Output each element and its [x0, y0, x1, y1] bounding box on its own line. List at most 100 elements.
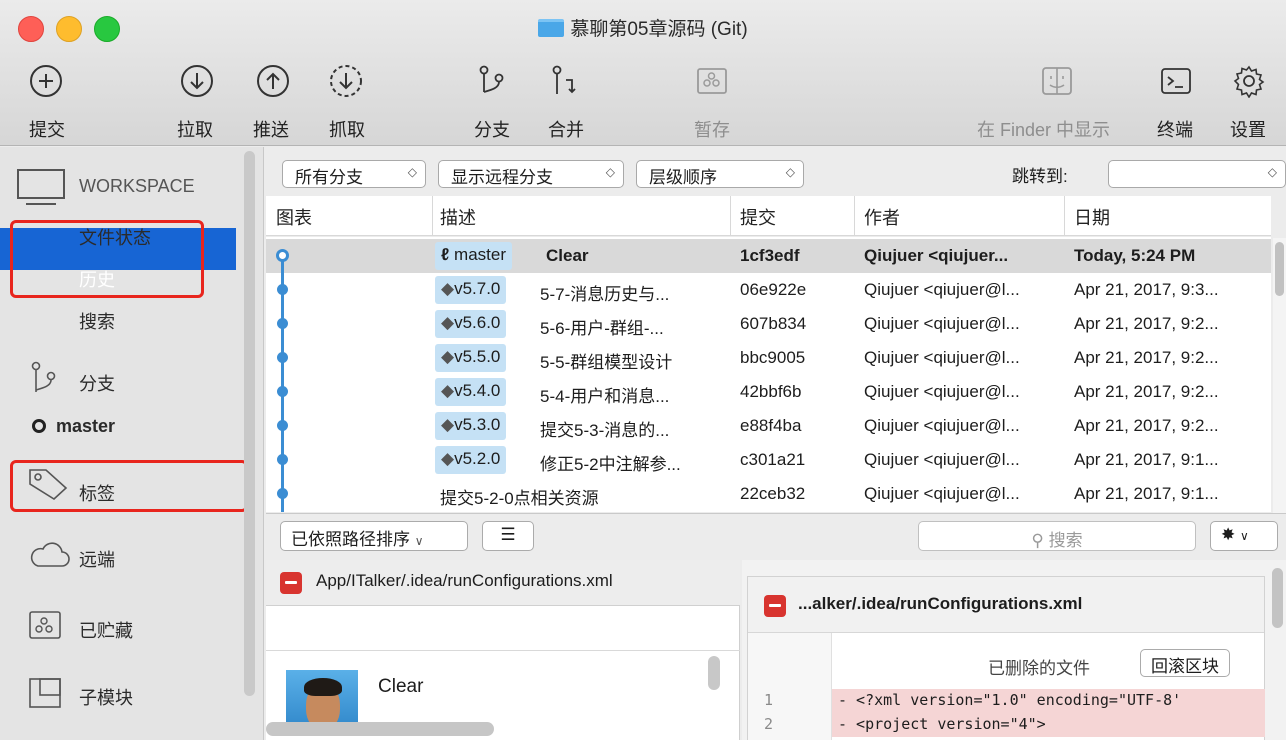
push-button[interactable]	[256, 64, 290, 98]
diff-scrollbar[interactable]	[1272, 568, 1283, 628]
branch-button[interactable]	[474, 64, 508, 98]
line-number: 1	[764, 691, 774, 709]
branch-icon	[31, 361, 56, 392]
tag-chip: ◆v5.7.0	[435, 276, 507, 304]
commit-hash: 607b834	[740, 314, 807, 333]
column-commit[interactable]: 提交	[740, 204, 776, 230]
monitor-icon	[17, 169, 65, 205]
commit-label[interactable]: 提交	[29, 116, 65, 142]
options-gear-button[interactable]: ✸ ∨	[1210, 521, 1278, 551]
commit-table: ℓ master Clear 1cf3edf Qiujuer <qiujuer.…	[266, 237, 1271, 512]
fetch-label[interactable]: 抓取	[329, 116, 365, 142]
column-description[interactable]: 描述	[440, 204, 476, 230]
branches-filter-popup[interactable]: 所有分支 ◇	[282, 160, 426, 188]
sidebar-item-branch-master[interactable]: master	[32, 416, 115, 437]
tag-icon: ◆	[441, 415, 455, 434]
table-row[interactable]: ◆v5.2.0 修正5-2中注解参... c301a21 Qiujuer <qi…	[266, 443, 1271, 477]
file-row[interactable]: App/ITalker/.idea/runConfigurations.xml	[266, 560, 740, 606]
merge-button[interactable]	[548, 64, 582, 98]
sidebar-item-search[interactable]: 搜索	[79, 308, 115, 334]
pull-label[interactable]: 拉取	[177, 116, 213, 142]
branch-label[interactable]: 分支	[474, 116, 510, 142]
sidebar-item-remotes[interactable]: 远端	[79, 546, 115, 572]
sidebar-scrollbar[interactable]	[244, 151, 255, 696]
stash-button[interactable]	[695, 64, 729, 98]
column-divider[interactable]	[854, 196, 855, 236]
commit-author: Qiujuer <qiujuer@l...	[864, 484, 1020, 503]
diff-file-title: ...alker/.idea/runConfigurations.xml	[798, 594, 1083, 613]
commit-description: 5-5-群组模型设计	[540, 353, 673, 372]
remote-branches-popup[interactable]: 显示远程分支 ◇	[438, 160, 624, 188]
branch-icon	[479, 65, 504, 93]
table-row[interactable]: ◆v5.6.0 5-6-用户-群组-... 607b834 Qiujuer <q…	[266, 307, 1271, 341]
order-popup[interactable]: 层级顺序 ◇	[636, 160, 804, 188]
graph-node	[277, 488, 288, 499]
deleted-file-icon	[280, 572, 302, 594]
list-view-button[interactable]: ☰	[482, 521, 534, 551]
annotation-history-box	[10, 220, 204, 298]
window-title: 慕聊第05章源码 (Git)	[0, 14, 1286, 41]
sidebar-item-submodules[interactable]: 子模块	[79, 684, 133, 710]
column-author[interactable]: 作者	[864, 204, 900, 230]
tag-icon: ◆	[441, 347, 455, 366]
chevron-down-icon: ∨	[414, 534, 424, 548]
settings-label[interactable]: 设置	[1230, 116, 1266, 142]
revert-hunk-button[interactable]: 回滚区块	[1140, 649, 1230, 677]
commit-description: 5-7-消息历史与...	[540, 285, 670, 304]
column-date[interactable]: 日期	[1074, 204, 1110, 230]
table-row[interactable]: 提交5-2-0点相关资源 22ceb32 Qiujuer <qiujuer@l.…	[266, 477, 1271, 511]
commit-date: Apr 21, 2017, 9:2...	[1074, 382, 1219, 401]
horizontal-scrollbar[interactable]	[266, 722, 494, 736]
merge-label[interactable]: 合并	[548, 116, 584, 142]
table-row[interactable]: ◆v5.5.0 5-5-群组模型设计 bbc9005 Qiujuer <qiuj…	[266, 341, 1271, 375]
tag-icon: ◆	[441, 279, 455, 298]
table-row[interactable]: ◆v5.7.0 5-7-消息历史与... 06e922e Qiujuer <qi…	[266, 273, 1271, 307]
commit-date: Apr 21, 2017, 9:2...	[1074, 348, 1219, 367]
fetch-button[interactable]	[329, 64, 363, 98]
table-row[interactable]: ◆v5.3.0 提交5-3-消息的... e88f4ba Qiujuer <qi…	[266, 409, 1271, 443]
submodule-icon	[29, 678, 61, 708]
file-list-panel: App/ITalker/.idea/runConfigurations.xml …	[266, 560, 740, 740]
column-divider[interactable]	[1064, 196, 1065, 236]
show-in-finder-label[interactable]: 在 Finder 中显示	[977, 116, 1110, 142]
pull-button[interactable]	[180, 64, 214, 98]
gear-icon: ✸	[1221, 525, 1236, 544]
sidebar-item-stashes[interactable]: 已贮藏	[79, 617, 133, 643]
commit-button[interactable]	[29, 64, 63, 98]
commit-message: Clear	[378, 676, 424, 697]
stash-icon	[29, 611, 61, 639]
terminal-button[interactable]	[1159, 64, 1193, 98]
arrow-down-circle-icon	[181, 65, 213, 97]
show-in-finder-button[interactable]	[1040, 64, 1074, 98]
table-row[interactable]: ℓ master Clear 1cf3edf Qiujuer <qiujuer.…	[266, 239, 1271, 273]
title-bar: 慕聊第05章源码 (Git) 提交 拉取 推送 抓取 分支 合并 暂存 在 Fi…	[0, 0, 1286, 146]
sidebar-item-branches[interactable]: 分支	[79, 370, 115, 396]
settings-button[interactable]	[1232, 64, 1266, 98]
scroll-thumb[interactable]	[1275, 242, 1284, 296]
updown-chevron-icon: ◇	[605, 165, 615, 179]
sort-popup[interactable]: 已依照路径排序 ∨	[280, 521, 468, 551]
terminal-label[interactable]: 终端	[1157, 116, 1193, 142]
stash-label[interactable]: 暂存	[694, 116, 730, 142]
column-divider[interactable]	[730, 196, 731, 236]
tag-icon: ◆	[441, 313, 455, 332]
commit-description: 提交5-3-消息的...	[540, 421, 670, 440]
graph-node	[277, 284, 288, 295]
jump-to-popup[interactable]: ◇	[1108, 160, 1286, 188]
commit-hash: c301a21	[740, 450, 806, 469]
deleted-file-icon	[764, 595, 786, 617]
search-input[interactable]: ⚲ 搜索	[918, 521, 1196, 551]
commit-table-scrollbar[interactable]	[1273, 238, 1286, 513]
jump-to-label: 跳转到:	[1012, 167, 1068, 186]
column-divider[interactable]	[432, 196, 433, 236]
graph-node	[277, 386, 288, 397]
graph-node	[277, 454, 288, 465]
column-graph[interactable]: 图表	[276, 204, 312, 230]
gear-icon	[1233, 65, 1265, 98]
commit-scrollbar[interactable]	[708, 656, 720, 690]
push-label[interactable]: 推送	[253, 116, 289, 142]
cloud-icon	[30, 542, 70, 567]
table-row[interactable]: ◆v5.4.0 5-4-用户和消息... 42bbf6b Qiujuer <qi…	[266, 375, 1271, 409]
stash-icon	[697, 68, 727, 94]
avatar-hair	[304, 678, 342, 696]
